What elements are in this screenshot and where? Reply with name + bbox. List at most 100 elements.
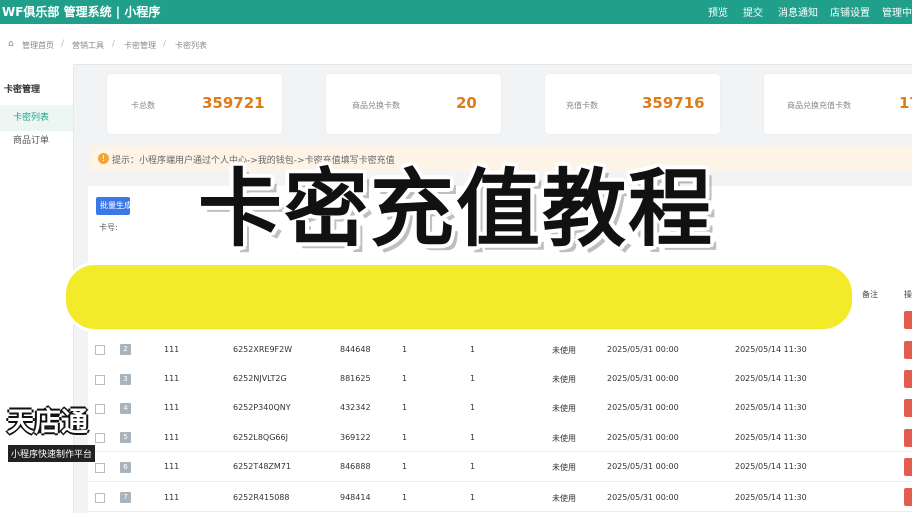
breadcrumb-card-manage[interactable]: 卡密管理 — [124, 40, 156, 51]
cell-status: 未使用 — [552, 434, 576, 443]
cell-card-code: 6252XRE9F2W — [233, 345, 293, 354]
stat-label: 卡总数 — [131, 101, 155, 110]
cell-card-code: 6252L8QG66J — [233, 433, 288, 442]
row-index: 4 — [120, 403, 131, 414]
watermark-brand: 天店通 — [7, 407, 88, 438]
cell-card-code: 6252R415088 — [233, 493, 290, 502]
cell-value: 111 — [164, 345, 180, 354]
row-checkbox[interactable] — [95, 345, 105, 355]
nav-submit[interactable]: 提交 — [743, 4, 763, 19]
stat-value: 20 — [456, 94, 477, 112]
sidebar-heading: 卡密管理 — [4, 85, 41, 95]
home-icon[interactable]: ⌂ — [8, 39, 14, 49]
cell-value: 1 — [470, 433, 476, 442]
stat-label: 商品兑换充值卡数 — [787, 101, 851, 110]
column-header-remark: 备注 — [862, 290, 878, 299]
cell-value: 1 — [470, 493, 476, 502]
breadcrumb-separator: / — [112, 39, 116, 49]
row-index: 5 — [120, 432, 131, 443]
action-button[interactable] — [904, 488, 912, 506]
action-button[interactable] — [904, 370, 912, 388]
breadcrumb-home[interactable]: 管理首页 — [22, 40, 54, 51]
sidebar-item-product-orders[interactable]: 商品订单 — [0, 128, 73, 154]
breadcrumb-separator: / — [163, 39, 167, 49]
stat-card-recharge: 充值卡数 359716 — [545, 74, 720, 134]
cell-password: 369122 — [340, 433, 371, 442]
cell-password: 881625 — [340, 374, 371, 383]
cell-value: 111 — [164, 433, 180, 442]
app-title: WF俱乐部 管理系统 | 小程序 — [2, 5, 161, 19]
watermark-logo: 天店通 小程序快速制作平台 — [5, 398, 115, 468]
cell-status: 未使用 — [552, 404, 576, 413]
cell-value: 1 — [402, 433, 408, 442]
row-checkbox[interactable] — [95, 375, 105, 385]
highlight-band — [63, 262, 855, 332]
cell-value: 1 — [470, 462, 476, 471]
action-button[interactable] — [904, 311, 912, 329]
cell-expire: 2025/05/31 00:00 — [607, 403, 679, 412]
cell-expire: 2025/05/31 00:00 — [607, 493, 679, 502]
cell-password: 432342 — [340, 403, 371, 412]
breadcrumb-marketing[interactable]: 营销工具 — [72, 40, 104, 51]
row-index: 3 — [120, 374, 131, 385]
cell-expire: 2025/05/31 00:00 — [607, 433, 679, 442]
cell-value: 1 — [402, 493, 408, 502]
nav-admin-center[interactable]: 管理中心 — [882, 4, 912, 19]
cell-value: 111 — [164, 493, 180, 502]
row-index: 7 — [120, 492, 131, 503]
cell-value: 111 — [164, 374, 180, 383]
row-index: 2 — [120, 344, 131, 355]
breadcrumb-separator: / — [61, 39, 65, 49]
cell-status: 未使用 — [552, 463, 576, 472]
cell-value: 111 — [164, 462, 180, 471]
action-button[interactable] — [904, 341, 912, 359]
overlay-title: 卡密充值教程 — [197, 160, 714, 258]
cell-password: 844648 — [340, 345, 371, 354]
cell-created: 2025/05/14 11:30 — [735, 403, 807, 412]
cell-card-code: 6252T48ZM71 — [233, 462, 291, 471]
cell-expire: 2025/05/31 00:00 — [607, 374, 679, 383]
stat-card-product-recharge: 商品兑换充值卡数 17 — [764, 74, 912, 134]
breadcrumb: ⌂ 管理首页 / 营销工具 / 卡密管理 / 卡密列表 — [0, 24, 912, 65]
cell-value: 1 — [402, 345, 408, 354]
nav-shop-settings[interactable]: 店铺设置 — [830, 4, 870, 19]
cell-value: 111 — [164, 403, 180, 412]
column-header-action: 操作 — [904, 290, 912, 299]
cell-card-code: 6252NJVLT2G — [233, 374, 287, 383]
watermark-tagline: 小程序快速制作平台 — [8, 445, 96, 462]
nav-messages[interactable]: 消息通知 — [778, 4, 818, 19]
stat-value: 359721 — [202, 94, 265, 112]
cell-created: 2025/05/14 11:30 — [735, 493, 807, 502]
cell-value: 1 — [402, 403, 408, 412]
cell-value: 1 — [402, 462, 408, 471]
cell-created: 2025/05/14 11:30 — [735, 433, 807, 442]
action-button[interactable] — [904, 458, 912, 476]
action-button[interactable] — [904, 399, 912, 417]
stat-card-product-exchange: 商品兑换卡数 20 — [326, 74, 501, 134]
cell-created: 2025/05/14 11:30 — [735, 345, 807, 354]
cell-value: 1 — [470, 403, 476, 412]
cell-expire: 2025/05/31 00:00 — [607, 345, 679, 354]
row-checkbox[interactable] — [95, 493, 105, 503]
cell-created: 2025/05/14 11:30 — [735, 374, 807, 383]
top-bar: WF俱乐部 管理系统 | 小程序 预览 提交 消息通知 店铺设置 管理中心 — [0, 0, 912, 24]
cell-password: 846888 — [340, 462, 371, 471]
stat-card-total: 卡总数 359721 — [107, 74, 282, 134]
breadcrumb-card-list: 卡密列表 — [175, 41, 207, 50]
stat-label: 充值卡数 — [566, 101, 598, 110]
cell-card-code: 6252P340QNY — [233, 403, 291, 412]
cell-value: 1 — [402, 374, 408, 383]
stat-label: 商品兑换卡数 — [352, 101, 400, 110]
cell-expire: 2025/05/31 00:00 — [607, 462, 679, 471]
action-button[interactable] — [904, 429, 912, 447]
cell-created: 2025/05/14 11:30 — [735, 462, 807, 471]
cell-password: 948414 — [340, 493, 371, 502]
cell-value: 1 — [470, 374, 476, 383]
cell-status: 未使用 — [552, 375, 576, 384]
cell-status: 未使用 — [552, 494, 576, 503]
stat-value: 359716 — [642, 94, 705, 112]
cell-status: 未使用 — [552, 346, 576, 355]
nav-preview[interactable]: 预览 — [708, 4, 728, 19]
cell-value: 1 — [470, 345, 476, 354]
row-index: 6 — [120, 462, 131, 473]
